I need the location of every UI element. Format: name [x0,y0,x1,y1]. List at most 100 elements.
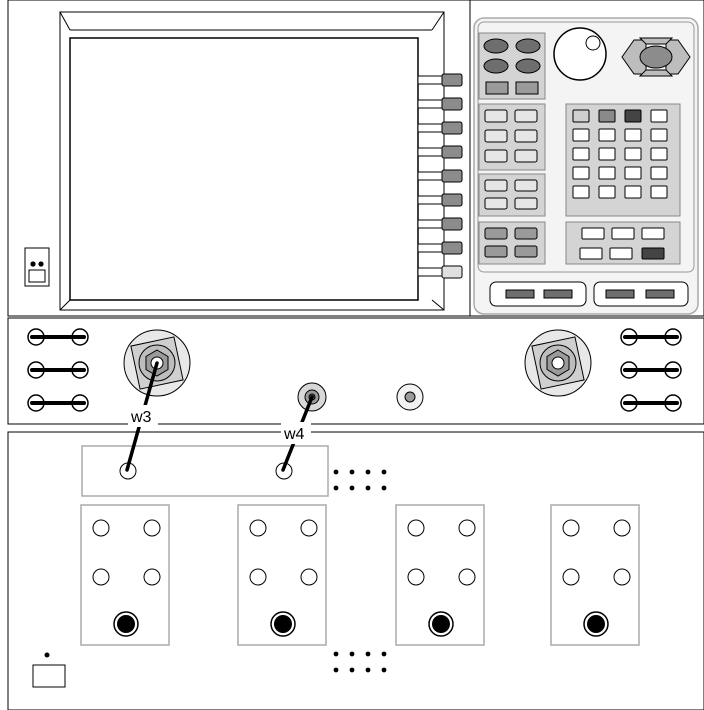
numeric-key-16[interactable] [650,166,668,180]
function-key-4[interactable] [514,129,538,143]
fixture-module-4 [550,504,640,646]
module-pin[interactable] [249,568,267,586]
module-pin[interactable] [458,568,476,586]
softkey-1[interactable] [417,73,463,87]
function-key-6[interactable] [514,149,538,163]
numeric-key-18[interactable] [598,185,616,199]
fixture-dot [333,469,339,475]
function-key-b-1[interactable] [484,179,508,192]
function-key-c-4[interactable] [514,245,538,258]
bottom-key-2[interactable] [543,289,573,299]
usb-port[interactable] [24,247,50,287]
module-pin[interactable] [562,519,580,537]
function-key-5[interactable] [484,149,508,163]
numeric-key-13[interactable] [572,166,590,180]
numeric-key-15[interactable] [624,166,642,180]
numeric-key-3[interactable] [624,109,642,123]
module-pin[interactable] [300,568,318,586]
module-pin[interactable] [92,568,110,586]
module-pin[interactable] [143,568,161,586]
module-connector[interactable] [117,615,135,633]
function-key-1[interactable] [484,109,508,123]
fixture-dot [349,485,355,491]
key-dark-3[interactable] [483,58,509,74]
bottom-key-4[interactable] [645,289,675,299]
numeric-key-9[interactable] [572,147,590,161]
module-pin[interactable] [458,519,476,537]
function-key-b-3[interactable] [484,197,508,210]
function-key-c-2[interactable] [514,227,538,240]
module-pin[interactable] [92,519,110,537]
display-screen [69,37,419,301]
bottom-key-1[interactable] [505,289,535,299]
fixture-switch[interactable] [32,664,66,688]
small-connector-2[interactable] [396,383,424,411]
module-pin[interactable] [613,519,631,537]
fixture-dot [349,651,355,657]
softkey-4[interactable] [417,145,463,159]
rotary-knob-icon[interactable] [553,27,607,81]
function-key-2[interactable] [514,109,538,123]
softkey-8[interactable] [417,241,463,255]
numeric-key-6[interactable] [598,128,616,142]
knob-indent [585,35,601,51]
function-key-b-4[interactable] [514,197,538,210]
module-connector[interactable] [274,615,292,633]
navigation-arrows-icon[interactable] [621,37,691,77]
entry-key-6[interactable] [641,247,665,260]
numeric-key-10[interactable] [598,147,616,161]
fixture-module-2 [237,504,327,646]
rf-port-2-connector-icon[interactable] [524,329,592,397]
numeric-key-8[interactable] [650,128,668,142]
entry-key-3[interactable] [641,227,665,240]
softkey-3[interactable] [417,121,463,135]
softkey-7[interactable] [417,217,463,231]
key-mid-2[interactable] [515,81,539,95]
fixture-dot [381,667,387,673]
function-key-b-2[interactable] [514,179,538,192]
softkey-9[interactable] [417,265,463,279]
entry-key-4[interactable] [579,247,603,260]
fixture-dot [349,667,355,673]
numeric-key-19[interactable] [624,185,642,199]
module-pin[interactable] [562,568,580,586]
key-dark-2[interactable] [515,38,541,54]
entry-key-1[interactable] [581,227,605,240]
numeric-key-5[interactable] [572,128,590,142]
module-pin[interactable] [249,519,267,537]
module-pin[interactable] [407,568,425,586]
module-pin[interactable] [300,519,318,537]
key-dark-4[interactable] [515,58,541,74]
module-pin[interactable] [613,568,631,586]
numeric-key-11[interactable] [624,147,642,161]
numeric-key-2[interactable] [598,109,616,123]
function-key-c-3[interactable] [484,245,508,258]
softkey-5[interactable] [417,169,463,183]
function-key-3[interactable] [484,129,508,143]
fixture-dot [333,667,339,673]
numeric-key-7[interactable] [624,128,642,142]
module-pin[interactable] [407,519,425,537]
module-connector[interactable] [587,615,605,633]
function-key-c-1[interactable] [484,227,508,240]
softkey-2[interactable] [417,97,463,111]
cable-label-w3: w3 [130,409,152,426]
module-connector[interactable] [432,615,450,633]
numeric-key-17[interactable] [572,185,590,199]
bottom-key-3[interactable] [605,289,635,299]
softkey-column [417,73,463,279]
cable-label-w4: w4 [283,426,305,443]
softkey-6[interactable] [417,193,463,207]
numeric-key-20[interactable] [650,185,668,199]
key-dark-1[interactable] [483,38,509,54]
analyzer-front-panel [7,0,704,317]
entry-key-2[interactable] [611,227,635,240]
numeric-key-14[interactable] [598,166,616,180]
connector-strip [7,317,704,425]
numeric-key-12[interactable] [650,147,668,161]
key-mid-1[interactable] [485,81,509,95]
numeric-key-4[interactable] [650,109,668,123]
module-pin[interactable] [143,519,161,537]
entry-key-5[interactable] [609,247,633,260]
numeric-key-1[interactable] [572,109,590,123]
